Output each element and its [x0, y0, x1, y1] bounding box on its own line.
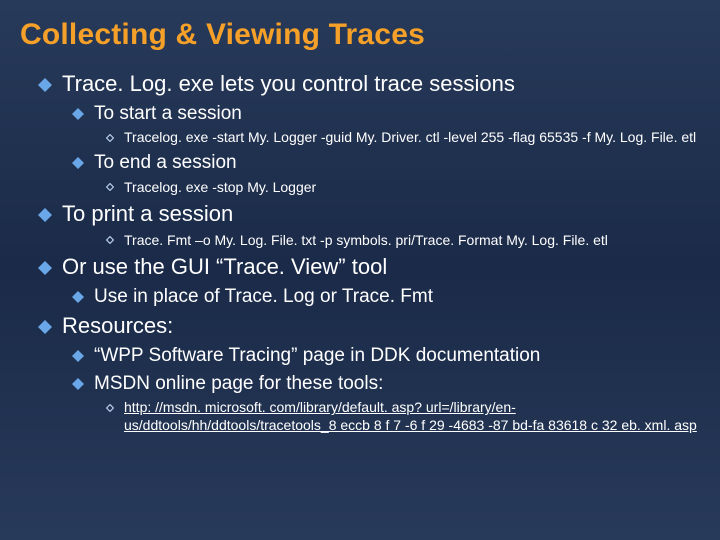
bullet-diamond-icon — [72, 378, 84, 390]
bullet-text: To start a session — [94, 102, 700, 126]
bullet-msdn-url: http: //msdn. microsoft. com/library/def… — [106, 399, 700, 434]
bullet-text: MSDN online page for these tools: — [94, 372, 700, 396]
bullet-text: Resources: — [62, 312, 700, 340]
bullet-text: Use in place of Trace. Log or Trace. Fmt — [94, 285, 700, 309]
bullet-diamond-icon — [38, 78, 52, 92]
bullet-diamond-outline-icon — [106, 236, 114, 244]
bullet-start-cmd: Tracelog. exe -start My. Logger -guid My… — [106, 129, 700, 147]
bullet-tracelog-intro: Trace. Log. exe lets you control trace s… — [38, 70, 700, 98]
bullet-diamond-outline-icon — [106, 183, 114, 191]
bullet-resources: Resources: — [38, 312, 700, 340]
bullet-text: Tracelog. exe -start My. Logger -guid My… — [124, 129, 700, 147]
slide-title: Collecting & Viewing Traces — [20, 18, 700, 52]
msdn-link[interactable]: http: //msdn. microsoft. com/library/def… — [124, 399, 700, 434]
bullet-text: To print a session — [62, 200, 700, 228]
bullet-diamond-icon — [38, 261, 52, 275]
bullet-gui-sub: Use in place of Trace. Log or Trace. Fmt — [72, 285, 700, 309]
bullet-diamond-outline-icon — [106, 134, 114, 142]
bullet-diamond-icon — [38, 208, 52, 222]
bullet-diamond-icon — [72, 350, 84, 362]
bullet-msdn-label: MSDN online page for these tools: — [72, 372, 700, 396]
bullet-print-cmd: Trace. Fmt –o My. Log. File. txt -p symb… — [106, 232, 700, 250]
bullet-start-session: To start a session — [72, 102, 700, 126]
bullet-diamond-outline-icon — [106, 404, 114, 412]
bullet-end-cmd: Tracelog. exe -stop My. Logger — [106, 179, 700, 197]
bullet-text: To end a session — [94, 151, 700, 175]
bullet-diamond-icon — [38, 320, 52, 334]
bullet-gui-tool: Or use the GUI “Trace. View” tool — [38, 253, 700, 281]
bullet-text: Trace. Log. exe lets you control trace s… — [62, 70, 700, 98]
bullet-text: Tracelog. exe -stop My. Logger — [124, 179, 700, 197]
bullet-diamond-icon — [72, 291, 84, 303]
bullet-print-session: To print a session — [38, 200, 700, 228]
bullet-text: “WPP Software Tracing” page in DDK docum… — [94, 344, 700, 368]
bullet-wpp: “WPP Software Tracing” page in DDK docum… — [72, 344, 700, 368]
bullet-text: Or use the GUI “Trace. View” tool — [62, 253, 700, 281]
bullet-text: Trace. Fmt –o My. Log. File. txt -p symb… — [124, 232, 700, 250]
bullet-end-session: To end a session — [72, 151, 700, 175]
bullet-diamond-icon — [72, 157, 84, 169]
bullet-diamond-icon — [72, 108, 84, 120]
slide: Collecting & Viewing Traces Trace. Log. … — [0, 0, 720, 540]
